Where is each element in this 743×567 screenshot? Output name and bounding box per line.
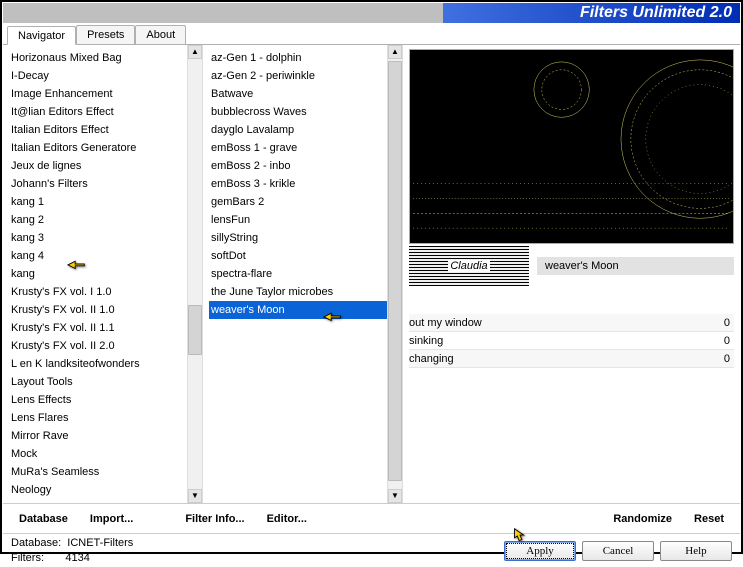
list-item[interactable]: Lens Effects bbox=[9, 391, 187, 409]
list-item[interactable]: spectra-flare bbox=[209, 265, 387, 283]
list-item[interactable]: Krusty's FX vol. II 1.1 bbox=[9, 319, 187, 337]
scroll-thumb[interactable] bbox=[188, 305, 202, 355]
list-item[interactable]: Mirror Rave bbox=[9, 427, 187, 445]
list-item[interactable]: softDot bbox=[209, 247, 387, 265]
filter-scrollbar[interactable]: ▲ ▼ bbox=[387, 45, 403, 503]
scroll-up-icon[interactable]: ▲ bbox=[188, 45, 202, 59]
filter-name-label: weaver's Moon bbox=[537, 257, 734, 275]
list-item[interactable]: Horizonaus Mixed Bag bbox=[9, 49, 187, 67]
tab-row: Navigator Presets About bbox=[3, 25, 740, 45]
list-item[interactable]: Johann's Filters bbox=[9, 175, 187, 193]
scroll-thumb[interactable] bbox=[388, 61, 402, 481]
list-item[interactable]: dayglo Lavalamp bbox=[209, 121, 387, 139]
list-item[interactable]: the June Taylor microbes bbox=[209, 283, 387, 301]
param-row[interactable]: changing0 bbox=[409, 350, 734, 368]
list-item[interactable]: kang 1 bbox=[9, 193, 187, 211]
list-item[interactable]: Italian Editors Effect bbox=[9, 121, 187, 139]
logo-row: Claudia weaver's Moon bbox=[409, 246, 734, 286]
scroll-down-icon[interactable]: ▼ bbox=[188, 489, 202, 503]
reset-button[interactable]: Reset bbox=[686, 513, 732, 525]
list-item[interactable]: emBoss 1 - grave bbox=[209, 139, 387, 157]
list-item[interactable]: az-Gen 1 - dolphin bbox=[209, 49, 387, 67]
scroll-down-icon[interactable]: ▼ bbox=[388, 489, 402, 503]
import-button[interactable]: Import... bbox=[82, 513, 141, 525]
cancel-button[interactable]: Cancel bbox=[582, 541, 654, 561]
banner: Filters Unlimited 2.0 bbox=[3, 3, 740, 23]
list-item[interactable]: az-Gen 2 - periwinkle bbox=[209, 67, 387, 85]
list-item[interactable]: emBoss 2 - inbo bbox=[209, 157, 387, 175]
list-item[interactable]: kang bbox=[9, 265, 187, 283]
list-item[interactable]: Krusty's FX vol. II 1.0 bbox=[9, 301, 187, 319]
list-item[interactable]: bubblecross Waves bbox=[209, 103, 387, 121]
category-panel: Horizonaus Mixed BagI-DecayImage Enhance… bbox=[3, 45, 203, 503]
list-item[interactable]: kang 2 bbox=[9, 211, 187, 229]
category-list[interactable]: Horizonaus Mixed BagI-DecayImage Enhance… bbox=[3, 45, 187, 503]
banner-left bbox=[3, 3, 443, 23]
param-value: 0 bbox=[704, 314, 734, 331]
parameter-table: out my window0sinking0changing0 bbox=[409, 314, 734, 368]
param-value: 0 bbox=[704, 350, 734, 367]
list-item[interactable]: Lens Flares bbox=[9, 409, 187, 427]
randomize-button[interactable]: Randomize bbox=[605, 513, 680, 525]
author-logo: Claudia bbox=[409, 246, 529, 286]
param-row[interactable]: out my window0 bbox=[409, 314, 734, 332]
tab-about[interactable]: About bbox=[135, 25, 186, 44]
tab-presets[interactable]: Presets bbox=[76, 25, 135, 44]
list-item[interactable]: emBoss 3 - krikle bbox=[209, 175, 387, 193]
help-button[interactable]: Help bbox=[660, 541, 732, 561]
database-button[interactable]: Database bbox=[11, 513, 76, 525]
app-title: Filters Unlimited 2.0 bbox=[443, 3, 740, 23]
list-item[interactable]: Krusty's FX vol. I 1.0 bbox=[9, 283, 187, 301]
param-name: changing bbox=[409, 350, 704, 367]
list-item[interactable]: Jeux de lignes bbox=[9, 157, 187, 175]
list-item[interactable]: Layout Tools bbox=[9, 373, 187, 391]
param-name: out my window bbox=[409, 314, 704, 331]
list-item[interactable]: It@lian Editors Effect bbox=[9, 103, 187, 121]
action-toolbar: Database Import... Filter Info... Editor… bbox=[3, 503, 740, 533]
list-item[interactable]: kang 3 bbox=[9, 229, 187, 247]
list-item[interactable]: lensFun bbox=[209, 211, 387, 229]
filter-list[interactable]: az-Gen 1 - dolphinaz-Gen 2 - periwinkleB… bbox=[203, 45, 387, 503]
list-item[interactable]: L en K landksiteofwonders bbox=[9, 355, 187, 373]
main-body: Horizonaus Mixed BagI-DecayImage Enhance… bbox=[3, 45, 740, 503]
param-row[interactable]: sinking0 bbox=[409, 332, 734, 350]
list-item[interactable]: sillyString bbox=[209, 229, 387, 247]
list-item[interactable]: MuRa's Seamless bbox=[9, 463, 187, 481]
list-item[interactable]: Mock bbox=[9, 445, 187, 463]
list-item[interactable]: Image Enhancement bbox=[9, 85, 187, 103]
category-scrollbar[interactable]: ▲ ▼ bbox=[187, 45, 203, 503]
list-item[interactable]: Neology bbox=[9, 481, 187, 499]
param-value: 0 bbox=[704, 332, 734, 349]
status-text: Database: ICNET-Filters Filters: 4134 bbox=[11, 536, 498, 566]
param-name: sinking bbox=[409, 332, 704, 349]
list-item[interactable]: gemBars 2 bbox=[209, 193, 387, 211]
list-item[interactable]: Krusty's FX vol. II 2.0 bbox=[9, 337, 187, 355]
list-item[interactable]: I-Decay bbox=[9, 67, 187, 85]
tab-navigator[interactable]: Navigator bbox=[7, 26, 76, 45]
list-item[interactable]: kang 4 bbox=[9, 247, 187, 265]
editor-button[interactable]: Editor... bbox=[259, 513, 315, 525]
apply-button[interactable]: Apply bbox=[504, 541, 576, 561]
list-item[interactable]: Batwave bbox=[209, 85, 387, 103]
list-item[interactable]: weaver's Moon bbox=[209, 301, 387, 319]
scroll-up-icon[interactable]: ▲ bbox=[388, 45, 402, 59]
list-item[interactable]: Italian Editors Generatore bbox=[9, 139, 187, 157]
preview-panel: Claudia weaver's Moon out my window0sink… bbox=[403, 45, 740, 503]
filter-panel: az-Gen 1 - dolphinaz-Gen 2 - periwinkleB… bbox=[203, 45, 403, 503]
filter-preview bbox=[409, 49, 734, 244]
footer: Database: ICNET-Filters Filters: 4134 Ap… bbox=[3, 533, 740, 567]
filterinfo-button[interactable]: Filter Info... bbox=[177, 513, 252, 525]
